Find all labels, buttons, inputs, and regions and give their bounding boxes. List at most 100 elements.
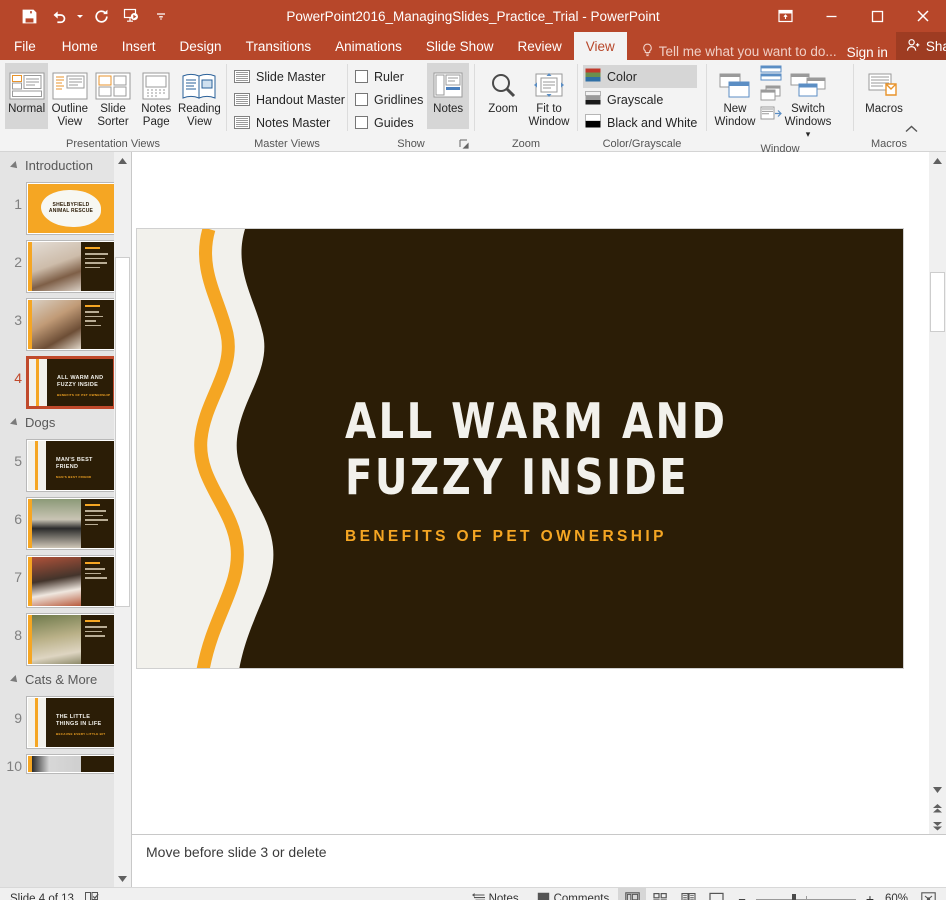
ribbon-display-options-icon[interactable] <box>762 0 808 32</box>
thumbnail-row[interactable]: 1 SHELBYFIELD ANIMAL RESCUE <box>0 177 131 235</box>
share-button[interactable]: Share <box>896 32 946 60</box>
slide-thumbnail-4[interactable]: ALL WARM AND FUZZY INSIDE BENEFITS OF PE… <box>26 356 116 409</box>
move-split-button[interactable] <box>758 105 782 125</box>
thumbnail-row[interactable]: 6 <box>0 492 131 550</box>
slide-master-item[interactable]: Slide Master <box>232 65 345 88</box>
sign-in-link[interactable]: Sign in <box>847 45 888 60</box>
notes-status-button[interactable]: Notes <box>463 888 528 900</box>
scrollbar-thumb[interactable] <box>115 257 130 607</box>
thumbnail-row[interactable]: 5 MAN'S BEST FRIEND MAN'S BEST FRIEND <box>0 434 131 492</box>
slide-thumbnail-1[interactable]: SHELBYFIELD ANIMAL RESCUE <box>26 182 116 235</box>
scrollbar-thumb[interactable] <box>930 272 945 332</box>
tab-animations[interactable]: Animations <box>323 32 414 60</box>
reading-view-status-button[interactable] <box>674 888 702 900</box>
ruler-checkbox[interactable] <box>355 70 368 83</box>
zoom-out-button[interactable]: − <box>730 892 748 900</box>
tab-file[interactable]: File <box>0 32 50 60</box>
new-window-button[interactable]: New Window <box>712 63 758 129</box>
zoom-button[interactable]: Zoom <box>480 63 526 129</box>
slide-thumbnail-8[interactable] <box>26 613 116 666</box>
undo-dropdown-arrow[interactable] <box>74 3 86 29</box>
slide-thumbnail-7[interactable] <box>26 555 116 608</box>
start-from-beginning-icon[interactable] <box>116 3 146 29</box>
notes-page-button[interactable]: Notes Page <box>135 63 178 129</box>
tab-view[interactable]: View <box>574 32 627 60</box>
switch-windows-caret[interactable]: ▾ <box>806 128 811 141</box>
next-slide-icon[interactable] <box>932 818 943 834</box>
slide-thumbnail-3[interactable] <box>26 298 116 351</box>
slide-thumbnail-6[interactable] <box>26 497 116 550</box>
guides-checkbox[interactable] <box>355 116 368 129</box>
switch-windows-button[interactable]: Switch Windows ▾ <box>782 63 834 141</box>
zoom-level[interactable]: 60% <box>880 893 914 900</box>
collapse-triangle-icon[interactable] <box>10 161 20 171</box>
show-dialog-launcher-icon[interactable] <box>459 139 471 151</box>
notes-master-item[interactable]: Notes Master <box>232 111 345 134</box>
scroll-up-arrow-icon[interactable] <box>929 152 946 169</box>
zoom-slider[interactable] <box>756 899 856 900</box>
zoom-slider-knob[interactable] <box>792 894 796 900</box>
previous-slide-icon[interactable] <box>932 800 943 816</box>
save-icon[interactable] <box>14 3 44 29</box>
undo-icon[interactable] <box>44 3 74 29</box>
zoom-in-button[interactable]: + <box>864 891 880 900</box>
ruler-checkbox-row[interactable]: Ruler <box>353 65 423 88</box>
scroll-up-arrow-icon[interactable] <box>114 152 131 169</box>
thumbnail-row[interactable]: 9 THE LITTLE THINGS IN LIFE BECAUSE EVER… <box>0 691 131 749</box>
fit-slide-to-window-icon[interactable] <box>914 888 942 900</box>
normal-view-button[interactable]: Normal <box>5 63 48 129</box>
cascade-button[interactable] <box>758 85 782 105</box>
tab-transitions[interactable]: Transitions <box>234 32 324 60</box>
thumbnail-row[interactable]: 3 <box>0 293 131 351</box>
collapse-triangle-icon[interactable] <box>10 418 20 428</box>
arrange-all-button[interactable] <box>758 65 782 85</box>
thumbnail-row[interactable]: 8 <box>0 608 131 666</box>
restore-icon[interactable] <box>854 0 900 32</box>
slide-thumbnail-2[interactable] <box>26 240 116 293</box>
slide-canvas[interactable]: ALL WARM AND FUZZY INSIDE BENEFITS OF PE… <box>132 152 946 834</box>
reading-view-button[interactable]: Reading View <box>178 63 221 129</box>
section-header-dogs[interactable]: Dogs <box>0 409 131 434</box>
macros-button[interactable]: Macros <box>859 63 909 129</box>
slide-show-status-button[interactable] <box>702 888 730 900</box>
slide-sorter-button[interactable]: Slide Sorter <box>91 63 134 129</box>
fit-to-window-button[interactable]: Fit to Window <box>526 63 572 129</box>
outline-view-button[interactable]: Outline View <box>48 63 91 129</box>
customize-quick-access-toolbar-icon[interactable] <box>146 3 176 29</box>
scroll-down-arrow-icon[interactable] <box>114 870 131 887</box>
slide-thumbnail-9[interactable]: THE LITTLE THINGS IN LIFE BECAUSE EVERY … <box>26 696 116 749</box>
slide-indicator[interactable]: Slide 4 of 13 <box>10 893 74 900</box>
grayscale-item[interactable]: Grayscale <box>583 88 697 111</box>
minimize-icon[interactable] <box>808 0 854 32</box>
tab-design[interactable]: Design <box>168 32 234 60</box>
slide-thumbnail-5[interactable]: MAN'S BEST FRIEND MAN'S BEST FRIEND <box>26 439 116 492</box>
collapse-ribbon-icon[interactable] <box>905 122 918 136</box>
comments-status-button[interactable]: Comments <box>528 888 619 900</box>
tab-insert[interactable]: Insert <box>110 32 168 60</box>
thumbnail-row[interactable]: 7 <box>0 550 131 608</box>
slide-title-block[interactable]: ALL WARM AND FUZZY INSIDE BENEFITS OF PE… <box>345 394 883 546</box>
gridlines-checkbox[interactable] <box>355 93 368 106</box>
slide-sorter-status-button[interactable] <box>646 888 674 900</box>
gridlines-checkbox-row[interactable]: Gridlines <box>353 88 423 111</box>
collapse-triangle-icon[interactable] <box>10 675 20 685</box>
thumbnail-row[interactable]: 10 <box>0 749 131 774</box>
color-item[interactable]: Color <box>583 65 697 88</box>
handout-master-item[interactable]: Handout Master <box>232 88 345 111</box>
thumbnail-row[interactable]: 4 ALL WARM AND FUZZY INSIDE BENEFITS OF … <box>0 351 131 409</box>
guides-checkbox-row[interactable]: Guides <box>353 111 423 134</box>
close-icon[interactable] <box>900 0 946 32</box>
thumbnail-row[interactable]: 2 <box>0 235 131 293</box>
current-slide[interactable]: ALL WARM AND FUZZY INSIDE BENEFITS OF PE… <box>136 228 904 669</box>
thumbnail-scrollbar[interactable] <box>114 152 131 887</box>
section-header-cats-and-more[interactable]: Cats & More <box>0 666 131 691</box>
slide-thumbnail-10[interactable] <box>26 754 116 774</box>
tab-home[interactable]: Home <box>50 32 110 60</box>
tell-me-search[interactable]: Tell me what you want to do... <box>641 43 837 60</box>
tab-slide-show[interactable]: Slide Show <box>414 32 506 60</box>
tab-review[interactable]: Review <box>505 32 573 60</box>
spellcheck-icon[interactable] <box>84 891 100 900</box>
black-and-white-item[interactable]: Black and White <box>583 111 697 134</box>
slide-thumbnail-pane[interactable]: Introduction 1 SHELBYFIELD ANIMAL RESCUE <box>0 152 132 887</box>
redo-icon[interactable] <box>86 3 116 29</box>
